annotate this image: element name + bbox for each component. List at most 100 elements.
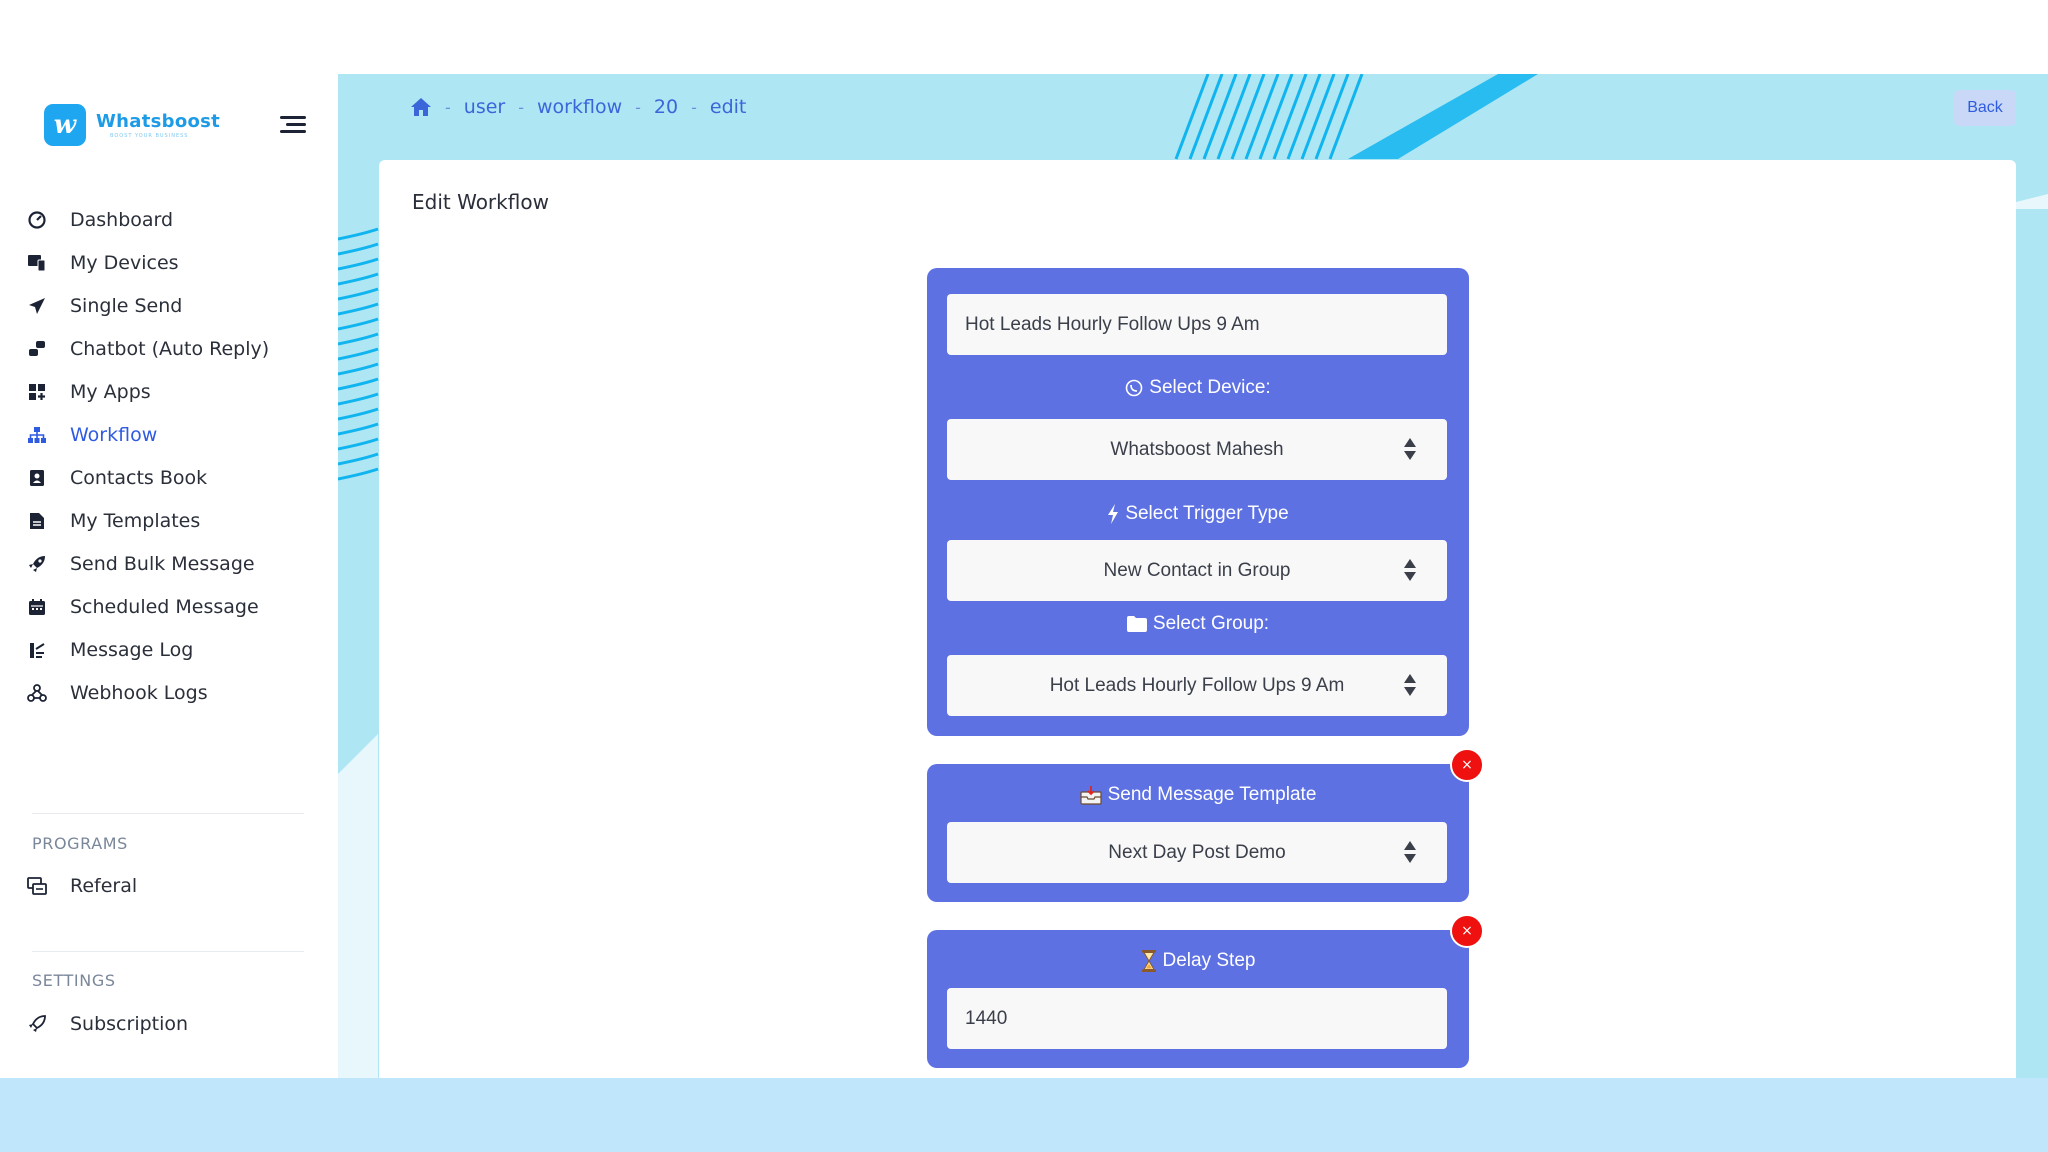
select-trigger-text: Select Trigger Type bbox=[1125, 503, 1289, 524]
breadcrumb-separator: - bbox=[518, 97, 525, 117]
referral-icon bbox=[27, 876, 47, 896]
subscription-icon bbox=[27, 1014, 47, 1034]
workflow-name-input[interactable]: Hot Leads Hourly Follow Ups 9 Am bbox=[947, 294, 1447, 355]
sidebar-item-label: Send Bulk Message bbox=[70, 553, 255, 575]
device-select[interactable]: Whatsboost Mahesh bbox=[947, 419, 1447, 480]
delay-step-text: Delay Step bbox=[1162, 950, 1256, 971]
robot-icon bbox=[27, 339, 47, 359]
sidebar-item-message-log[interactable]: Message Log bbox=[0, 632, 338, 668]
select-arrows-icon bbox=[1404, 559, 1416, 581]
sidebar-item-send-bulk-message[interactable]: Send Bulk Message bbox=[0, 546, 338, 582]
sidebar-item-my-templates[interactable]: My Templates bbox=[0, 503, 338, 539]
sidebar-item-label: Single Send bbox=[70, 295, 183, 317]
breadcrumb-separator: - bbox=[691, 97, 697, 117]
breadcrumb: - user - workflow - 20 - edit bbox=[410, 96, 746, 118]
sidebar-item-workflow[interactable]: Workflow bbox=[0, 417, 338, 453]
sidebar-item-referal[interactable]: Referal bbox=[0, 868, 338, 904]
sidebar-item-label: Contacts Book bbox=[70, 467, 208, 489]
sidebar-item-label: My Apps bbox=[70, 381, 151, 403]
sidebar-item-scheduled-message[interactable]: Scheduled Message bbox=[0, 589, 338, 625]
template-select[interactable]: Next Day Post Demo bbox=[947, 822, 1447, 883]
sidebar-item-label: My Templates bbox=[70, 510, 201, 532]
sidebar: w Whatsboost BOOST YOUR BUSINESS Dashboa… bbox=[0, 74, 338, 1078]
sidebar-item-label: Dashboard bbox=[70, 209, 174, 231]
select-arrows-icon bbox=[1404, 438, 1416, 460]
back-button[interactable]: Back bbox=[1954, 90, 2016, 126]
top-bar bbox=[0, 0, 2048, 74]
sidebar-divider bbox=[32, 813, 304, 814]
app-tagline: BOOST YOUR BUSINESS bbox=[110, 133, 189, 139]
bolt-icon bbox=[1107, 504, 1119, 524]
delay-step-label: Delay Step bbox=[927, 950, 1469, 972]
sidebar-item-my-apps[interactable]: My Apps bbox=[0, 374, 338, 410]
breadcrumb-separator: - bbox=[445, 97, 451, 117]
paper-plane-icon bbox=[27, 296, 47, 316]
delay-minutes-input[interactable]: 1440 bbox=[947, 988, 1447, 1049]
send-template-label: Send Message Template bbox=[927, 784, 1469, 806]
trigger-type-select[interactable]: New Contact in Group bbox=[947, 540, 1447, 601]
trigger-type-select-value: New Contact in Group bbox=[1103, 559, 1291, 581]
template-select-value: Next Day Post Demo bbox=[1108, 841, 1286, 863]
logo-mark: w bbox=[44, 104, 86, 146]
webhook-icon bbox=[27, 683, 47, 703]
select-trigger-label: Select Trigger Type bbox=[927, 503, 1469, 525]
sidebar-item-webhook-logs[interactable]: Webhook Logs bbox=[0, 675, 338, 711]
sidebar-item-chatbot[interactable]: Chatbot (Auto Reply) bbox=[0, 331, 338, 367]
sidebar-divider bbox=[32, 951, 304, 952]
remove-delay-step-button[interactable]: × bbox=[1450, 914, 1484, 948]
select-device-text: Select Device: bbox=[1149, 377, 1271, 398]
sidebar-item-my-devices[interactable]: My Devices bbox=[0, 245, 338, 281]
breadcrumb-item-id[interactable]: 20 bbox=[654, 96, 678, 118]
group-select[interactable]: Hot Leads Hourly Follow Ups 9 Am bbox=[947, 655, 1447, 716]
sidebar-item-contacts-book[interactable]: Contacts Book bbox=[0, 460, 338, 496]
app-name: Whatsboost bbox=[96, 111, 221, 132]
workflow-trigger-block: Hot Leads Hourly Follow Ups 9 Am Select … bbox=[927, 268, 1469, 736]
sidebar-item-label: Subscription bbox=[70, 1013, 189, 1035]
select-arrows-icon bbox=[1404, 674, 1416, 696]
breadcrumb-item-workflow[interactable]: workflow bbox=[537, 96, 622, 118]
sidebar-item-label: Webhook Logs bbox=[70, 682, 208, 704]
hourglass-icon bbox=[1141, 950, 1157, 972]
page-title: Edit Workflow bbox=[412, 190, 549, 214]
menu-toggle-icon[interactable] bbox=[280, 114, 306, 136]
breadcrumb-item-user[interactable]: user bbox=[464, 96, 505, 118]
sidebar-item-subscription[interactable]: Subscription bbox=[0, 1006, 338, 1042]
select-arrows-icon bbox=[1404, 841, 1416, 863]
gauge-icon bbox=[27, 210, 47, 230]
inbox-tray-icon bbox=[1080, 785, 1102, 805]
workflow-delay-step: Delay Step 1440 bbox=[927, 930, 1469, 1068]
sidebar-item-label: My Devices bbox=[70, 252, 179, 274]
file-icon bbox=[27, 511, 47, 531]
group-select-value: Hot Leads Hourly Follow Ups 9 Am bbox=[1049, 674, 1345, 696]
address-book-icon bbox=[27, 468, 47, 488]
app-logo[interactable]: w Whatsboost BOOST YOUR BUSINESS bbox=[44, 104, 220, 146]
breadcrumb-separator: - bbox=[635, 97, 641, 117]
programs-section-title: PROGRAMS bbox=[32, 834, 128, 853]
settings-section-title: SETTINGS bbox=[32, 971, 116, 990]
select-device-label: Select Device: bbox=[927, 377, 1469, 399]
select-group-label: Select Group: bbox=[927, 613, 1469, 635]
workflow-template-step: Send Message Template Next Day Post Demo bbox=[927, 764, 1469, 902]
devices-icon bbox=[27, 253, 47, 273]
remove-template-step-button[interactable]: × bbox=[1450, 748, 1484, 782]
sitemap-icon bbox=[27, 425, 47, 445]
sidebar-item-label: Referal bbox=[70, 875, 138, 897]
sidebar-item-dashboard[interactable]: Dashboard bbox=[0, 202, 338, 238]
apps-grid-icon bbox=[27, 382, 47, 402]
sidebar-item-label: Chatbot (Auto Reply) bbox=[70, 338, 270, 360]
sidebar-item-single-send[interactable]: Single Send bbox=[0, 288, 338, 324]
sidebar-item-label: Scheduled Message bbox=[70, 596, 259, 618]
home-icon[interactable] bbox=[410, 97, 432, 117]
sidebar-item-label: Message Log bbox=[70, 639, 194, 661]
whatsapp-icon bbox=[1125, 379, 1143, 397]
send-template-text: Send Message Template bbox=[1107, 784, 1317, 805]
rocket-icon bbox=[27, 554, 47, 574]
calendar-icon bbox=[27, 597, 47, 617]
log-icon bbox=[27, 640, 47, 660]
breadcrumb-item-edit: edit bbox=[709, 96, 747, 118]
select-group-text: Select Group: bbox=[1152, 613, 1270, 634]
bottom-bar bbox=[0, 1078, 2048, 1152]
device-select-value: Whatsboost Mahesh bbox=[1110, 438, 1284, 460]
sidebar-item-label: Workflow bbox=[70, 424, 158, 446]
folder-icon bbox=[1126, 616, 1147, 632]
